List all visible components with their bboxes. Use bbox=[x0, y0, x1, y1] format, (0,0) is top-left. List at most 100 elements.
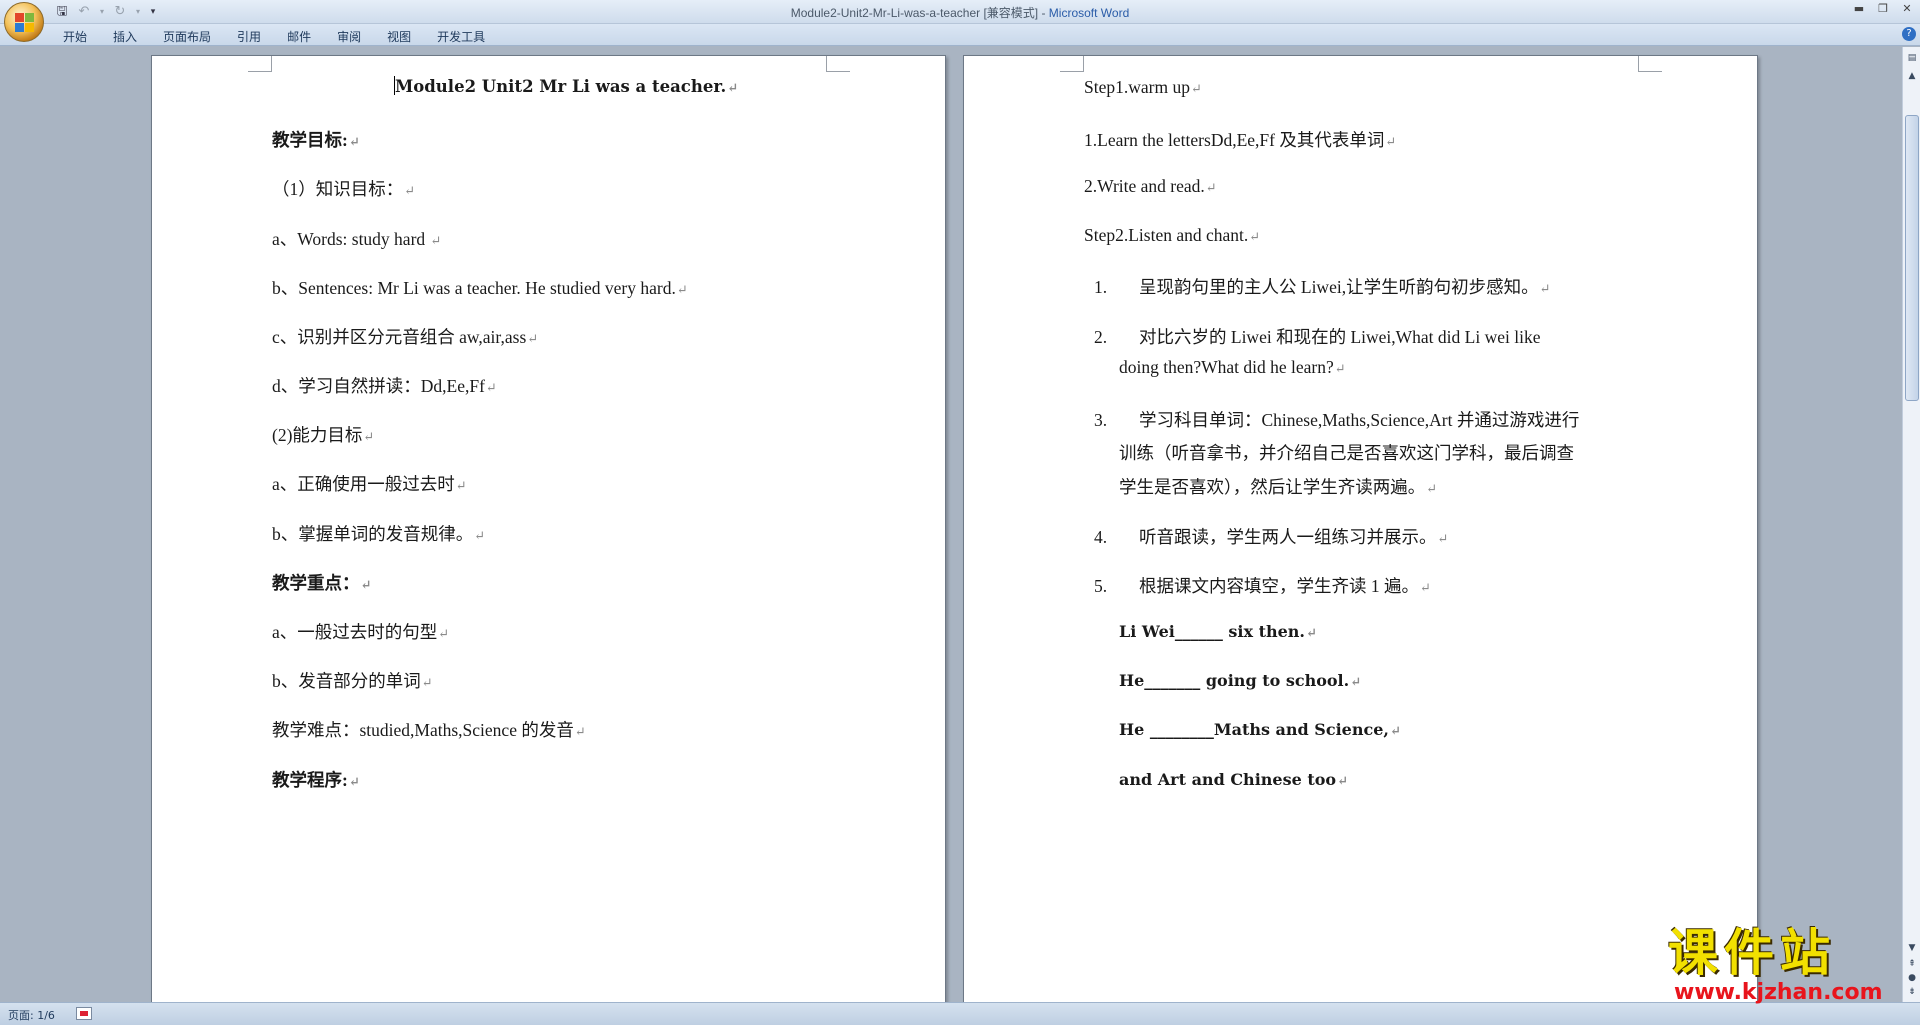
list-item-text: 根据课文内容填空，学生齐读 1 遍。 bbox=[1139, 576, 1419, 596]
paragraph-text: a、一般过去时的句型 bbox=[272, 622, 438, 642]
paragraph-text: b、Sentences: Mr Li was a teacher. He stu… bbox=[272, 278, 676, 298]
fill-blank-text: He ________Maths and Science, bbox=[1119, 720, 1389, 739]
list-number: 4. bbox=[1094, 527, 1108, 547]
help-icon[interactable]: ? bbox=[1902, 27, 1916, 41]
tab-references[interactable]: 引用 bbox=[224, 27, 274, 46]
crop-mark bbox=[826, 56, 850, 72]
office-button[interactable] bbox=[4, 2, 44, 42]
document-page-1[interactable]: Module2 Unit2 Mr Li was a teacher.↵ 教学目标… bbox=[151, 55, 946, 1002]
paragraph-text: (2)能力目标 bbox=[272, 425, 363, 445]
vertical-scrollbar[interactable]: ▤ ▲ ▼ ⇞ ● ⇟ bbox=[1902, 47, 1920, 1002]
proofing-status-icon[interactable] bbox=[76, 1007, 92, 1020]
paragraph-text: c、识别并区分元音组合 aw,air,ass bbox=[272, 327, 527, 347]
watermark-text: 课件站 bbox=[1668, 924, 1836, 982]
list-number: 3. bbox=[1094, 410, 1108, 430]
paragraph-text: Step2.Listen and chant. bbox=[1084, 225, 1249, 245]
window-title: Module2-Unit2-Mr-Li-was-a-teacher [兼容模式]… bbox=[0, 4, 1920, 21]
status-page-count[interactable]: 页面: 1/6 bbox=[8, 1007, 55, 1023]
paragraph: Step1.warm up↵ bbox=[1084, 77, 1202, 97]
tab-mailings[interactable]: 邮件 bbox=[274, 27, 324, 46]
minimize-icon[interactable]: ▬ bbox=[1852, 2, 1866, 15]
tab-insert[interactable]: 插入 bbox=[100, 27, 150, 46]
office-logo-icon bbox=[15, 13, 35, 33]
paragraph-text: a、正确使用一般过去时 bbox=[272, 474, 455, 494]
paragraph: 教学难点：studied,Maths,Science 的发音↵ bbox=[272, 720, 586, 740]
list-item-text: 听音跟读，学生两人一组练习并展示。 bbox=[1139, 527, 1437, 547]
window-controls: ▬ ❐ ✕ bbox=[1852, 2, 1914, 15]
paragraph-text: a、Words: study hard bbox=[272, 229, 430, 249]
scroll-down-icon[interactable]: ▼ bbox=[1905, 941, 1919, 955]
list-item: 3. 学习科目单词：Chinese,Maths,Science,Art 并通过游戏… bbox=[1094, 407, 1579, 432]
window-title-app: Microsoft Word bbox=[1048, 6, 1130, 20]
document-title: Module2 Unit2 Mr Li was a teacher.↵ bbox=[394, 76, 739, 96]
list-item-text: 训练（听音拿书，并介绍自己是否喜欢这门学科，最后调查 bbox=[1119, 443, 1574, 463]
status-bar: 页面: 1/6 bbox=[0, 1002, 1920, 1025]
paragraph-text: 教学重点： bbox=[272, 573, 360, 593]
paragraph: c、识别并区分元音组合 aw,air,ass↵ bbox=[272, 327, 539, 347]
paragraph: a、正确使用一般过去时↵ bbox=[272, 474, 467, 494]
tab-review[interactable]: 审阅 bbox=[324, 27, 374, 46]
list-item-text: 呈现韵句里的主人公 Liwei,让学生听韵句初步感知。 bbox=[1139, 277, 1539, 297]
document-title-text: Module2 Unit2 Mr Li was a teacher. bbox=[395, 77, 727, 96]
paragraph: b、Sentences: Mr Li was a teacher. He stu… bbox=[272, 278, 688, 298]
close-icon[interactable]: ✕ bbox=[1900, 2, 1914, 15]
fill-blank-line: and Art and Chinese too↵ bbox=[1119, 770, 1348, 789]
window-title-doc: Module2-Unit2-Mr-Li-was-a-teacher [兼容模式]… bbox=[790, 6, 1049, 20]
list-item-text: doing then?What did he learn? bbox=[1119, 357, 1334, 377]
fill-blank-text: and Art and Chinese too bbox=[1119, 770, 1337, 789]
fill-blank-line: He ________Maths and Science,↵ bbox=[1119, 720, 1401, 739]
paragraph: (2)能力目标↵ bbox=[272, 425, 375, 445]
list-item-text: 学生是否喜欢），然后让学生齐读两遍。 bbox=[1119, 477, 1426, 497]
list-number: 2. bbox=[1094, 327, 1108, 347]
list-item-continuation: doing then?What did he learn?↵ bbox=[1119, 357, 1346, 377]
paragraph: a、Words: study hard ↵ bbox=[272, 229, 442, 249]
list-item: 4. 听音跟读，学生两人一组练习并展示。↵ bbox=[1094, 527, 1449, 547]
crop-mark bbox=[248, 56, 272, 72]
paragraph: 2.Write and read.↵ bbox=[1084, 176, 1217, 196]
paragraph-text: b、发音部分的单词 bbox=[272, 671, 421, 691]
paragraph-text: 1.Learn the lettersDd,Ee,Ff 及其代表单词 bbox=[1084, 130, 1385, 150]
crop-mark bbox=[1060, 56, 1084, 72]
scrollbar-thumb[interactable] bbox=[1905, 115, 1919, 401]
list-item-continuation: 训练（听音拿书，并介绍自己是否喜欢这门学科，最后调查 bbox=[1119, 440, 1574, 465]
scroll-up-icon[interactable]: ▲ bbox=[1905, 69, 1919, 83]
list-item-continuation: 学生是否喜欢），然后让学生齐读两遍。↵ bbox=[1119, 477, 1438, 497]
paragraph-text: Step1.warm up bbox=[1084, 77, 1190, 97]
fill-blank-line: Li Wei______ six then.↵ bbox=[1119, 622, 1317, 641]
paragraph-text: 教学难点：studied,Maths,Science 的发音 bbox=[272, 720, 574, 740]
tab-developer[interactable]: 开发工具 bbox=[424, 27, 498, 46]
document-area: Module2 Unit2 Mr Li was a teacher.↵ 教学目标… bbox=[0, 47, 1902, 1002]
paragraph: 教学重点：↵ bbox=[272, 573, 372, 593]
list-item-text: 对比六岁的 Liwei 和现在的 Liwei,What did Li wei l… bbox=[1139, 327, 1541, 347]
list-number: 1. bbox=[1094, 277, 1108, 297]
document-page-2[interactable]: Step1.warm up↵ 1.Learn the lettersDd,Ee,… bbox=[963, 55, 1758, 1002]
tab-home[interactable]: 开始 bbox=[50, 27, 100, 46]
previous-page-icon[interactable]: ⇞ bbox=[1905, 957, 1919, 971]
list-item: 5. 根据课文内容填空，学生齐读 1 遍。↵ bbox=[1094, 576, 1431, 596]
paragraph: （1）知识目标：↵ bbox=[272, 179, 416, 199]
paragraph-text: 教学程序: bbox=[272, 770, 348, 790]
paragraph: a、一般过去时的句型↵ bbox=[272, 622, 450, 642]
list-item: 1. 呈现韵句里的主人公 Liwei,让学生听韵句初步感知。↵ bbox=[1094, 277, 1551, 297]
tab-page-layout[interactable]: 页面布局 bbox=[150, 27, 224, 46]
paragraph: Step2.Listen and chant.↵ bbox=[1084, 225, 1261, 245]
paragraph-text: d、学习自然拼读：Dd,Ee,Ff bbox=[272, 376, 485, 396]
paragraph: d、学习自然拼读：Dd,Ee,Ff↵ bbox=[272, 376, 497, 396]
ribbon-tab-bar: 开始 插入 页面布局 引用 邮件 审阅 视图 开发工具 ? bbox=[0, 24, 1920, 46]
list-item: 2. 对比六岁的 Liwei 和现在的 Liwei,What did Li wei… bbox=[1094, 324, 1540, 349]
watermark-logo: 课件站 www.kjzhan.com bbox=[1668, 925, 1903, 1005]
restore-icon[interactable]: ❐ bbox=[1876, 2, 1890, 15]
tab-view[interactable]: 视图 bbox=[374, 27, 424, 46]
paragraph: b、掌握单词的发音规律。↵ bbox=[272, 524, 486, 544]
fill-blank-line: He_______ going to school.↵ bbox=[1119, 671, 1362, 690]
select-browse-object-icon[interactable]: ● bbox=[1905, 971, 1919, 985]
list-item-text: 学习科目单词：Chinese,Maths,Science,Art 并通过游戏进行 bbox=[1139, 410, 1580, 430]
title-bar: 🖫 ↶ ▾ ↻ ▾ ▾ Module2-Unit2-Mr-Li-was-a-te… bbox=[0, 0, 1920, 42]
next-page-icon[interactable]: ⇟ bbox=[1905, 985, 1919, 999]
paragraph: 教学程序:↵ bbox=[272, 770, 360, 790]
fill-blank-text: Li Wei______ six then. bbox=[1119, 622, 1305, 641]
ribbon-tabs: 开始 插入 页面布局 引用 邮件 审阅 视图 开发工具 bbox=[50, 27, 498, 46]
paragraph-text: 教学目标: bbox=[272, 130, 348, 150]
list-number: 5. bbox=[1094, 576, 1108, 596]
ruler-toggle-icon[interactable]: ▤ bbox=[1905, 51, 1919, 65]
